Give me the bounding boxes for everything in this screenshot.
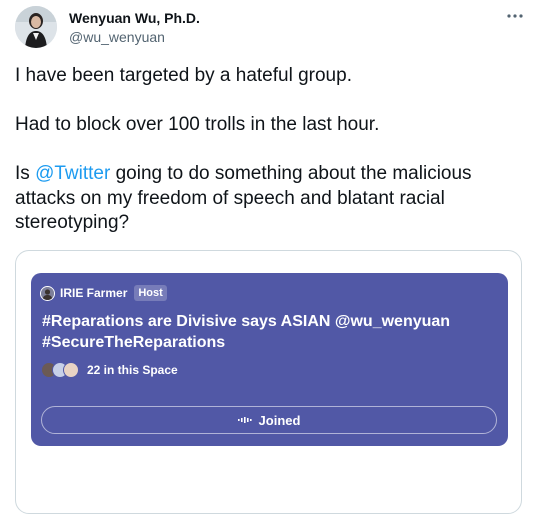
tweet-paragraph: Had to block over 100 trolls in the last… [15, 114, 380, 135]
listener-count: 22 in this Space [87, 363, 178, 377]
tweet-text-segment: Is [15, 163, 36, 184]
audio-waveform-icon [237, 417, 252, 423]
host-avatar [40, 285, 55, 301]
more-options-button[interactable] [500, 6, 530, 26]
author-name[interactable]: Wenyuan Wu, Ph.D. [69, 10, 200, 26]
joined-label: Joined [258, 412, 301, 428]
author-handle[interactable]: @wu_wenyuan [69, 29, 165, 45]
space-listeners: 22 in this Space [41, 361, 178, 379]
tweet-paragraph: Is @Twitter going to do something about … [15, 162, 525, 236]
host-badge: Host [134, 285, 167, 301]
space-card[interactable]: IRIE Farmer Host #Reparations are Divisi… [15, 250, 522, 514]
tweet: Wenyuan Wu, Ph.D. @wu_wenyuan I have bee… [0, 0, 537, 523]
tweet-paragraph: I have been targeted by a hateful group. [15, 65, 352, 86]
mention-link[interactable]: @Twitter [35, 163, 110, 184]
tweet-text: I have been targeted by a hateful group.… [15, 64, 525, 236]
author-avatar[interactable] [15, 6, 57, 48]
host-name: IRIE Farmer [60, 286, 128, 300]
space-host: IRIE Farmer Host [40, 284, 167, 302]
joined-button[interactable]: Joined [41, 406, 497, 434]
space-title: #Reparations are Divisive says ASIAN @wu… [42, 313, 451, 351]
more-horizontal-icon [507, 14, 523, 18]
space-card-body[interactable]: IRIE Farmer Host #Reparations are Divisi… [31, 273, 508, 446]
listener-avatar [63, 362, 79, 378]
